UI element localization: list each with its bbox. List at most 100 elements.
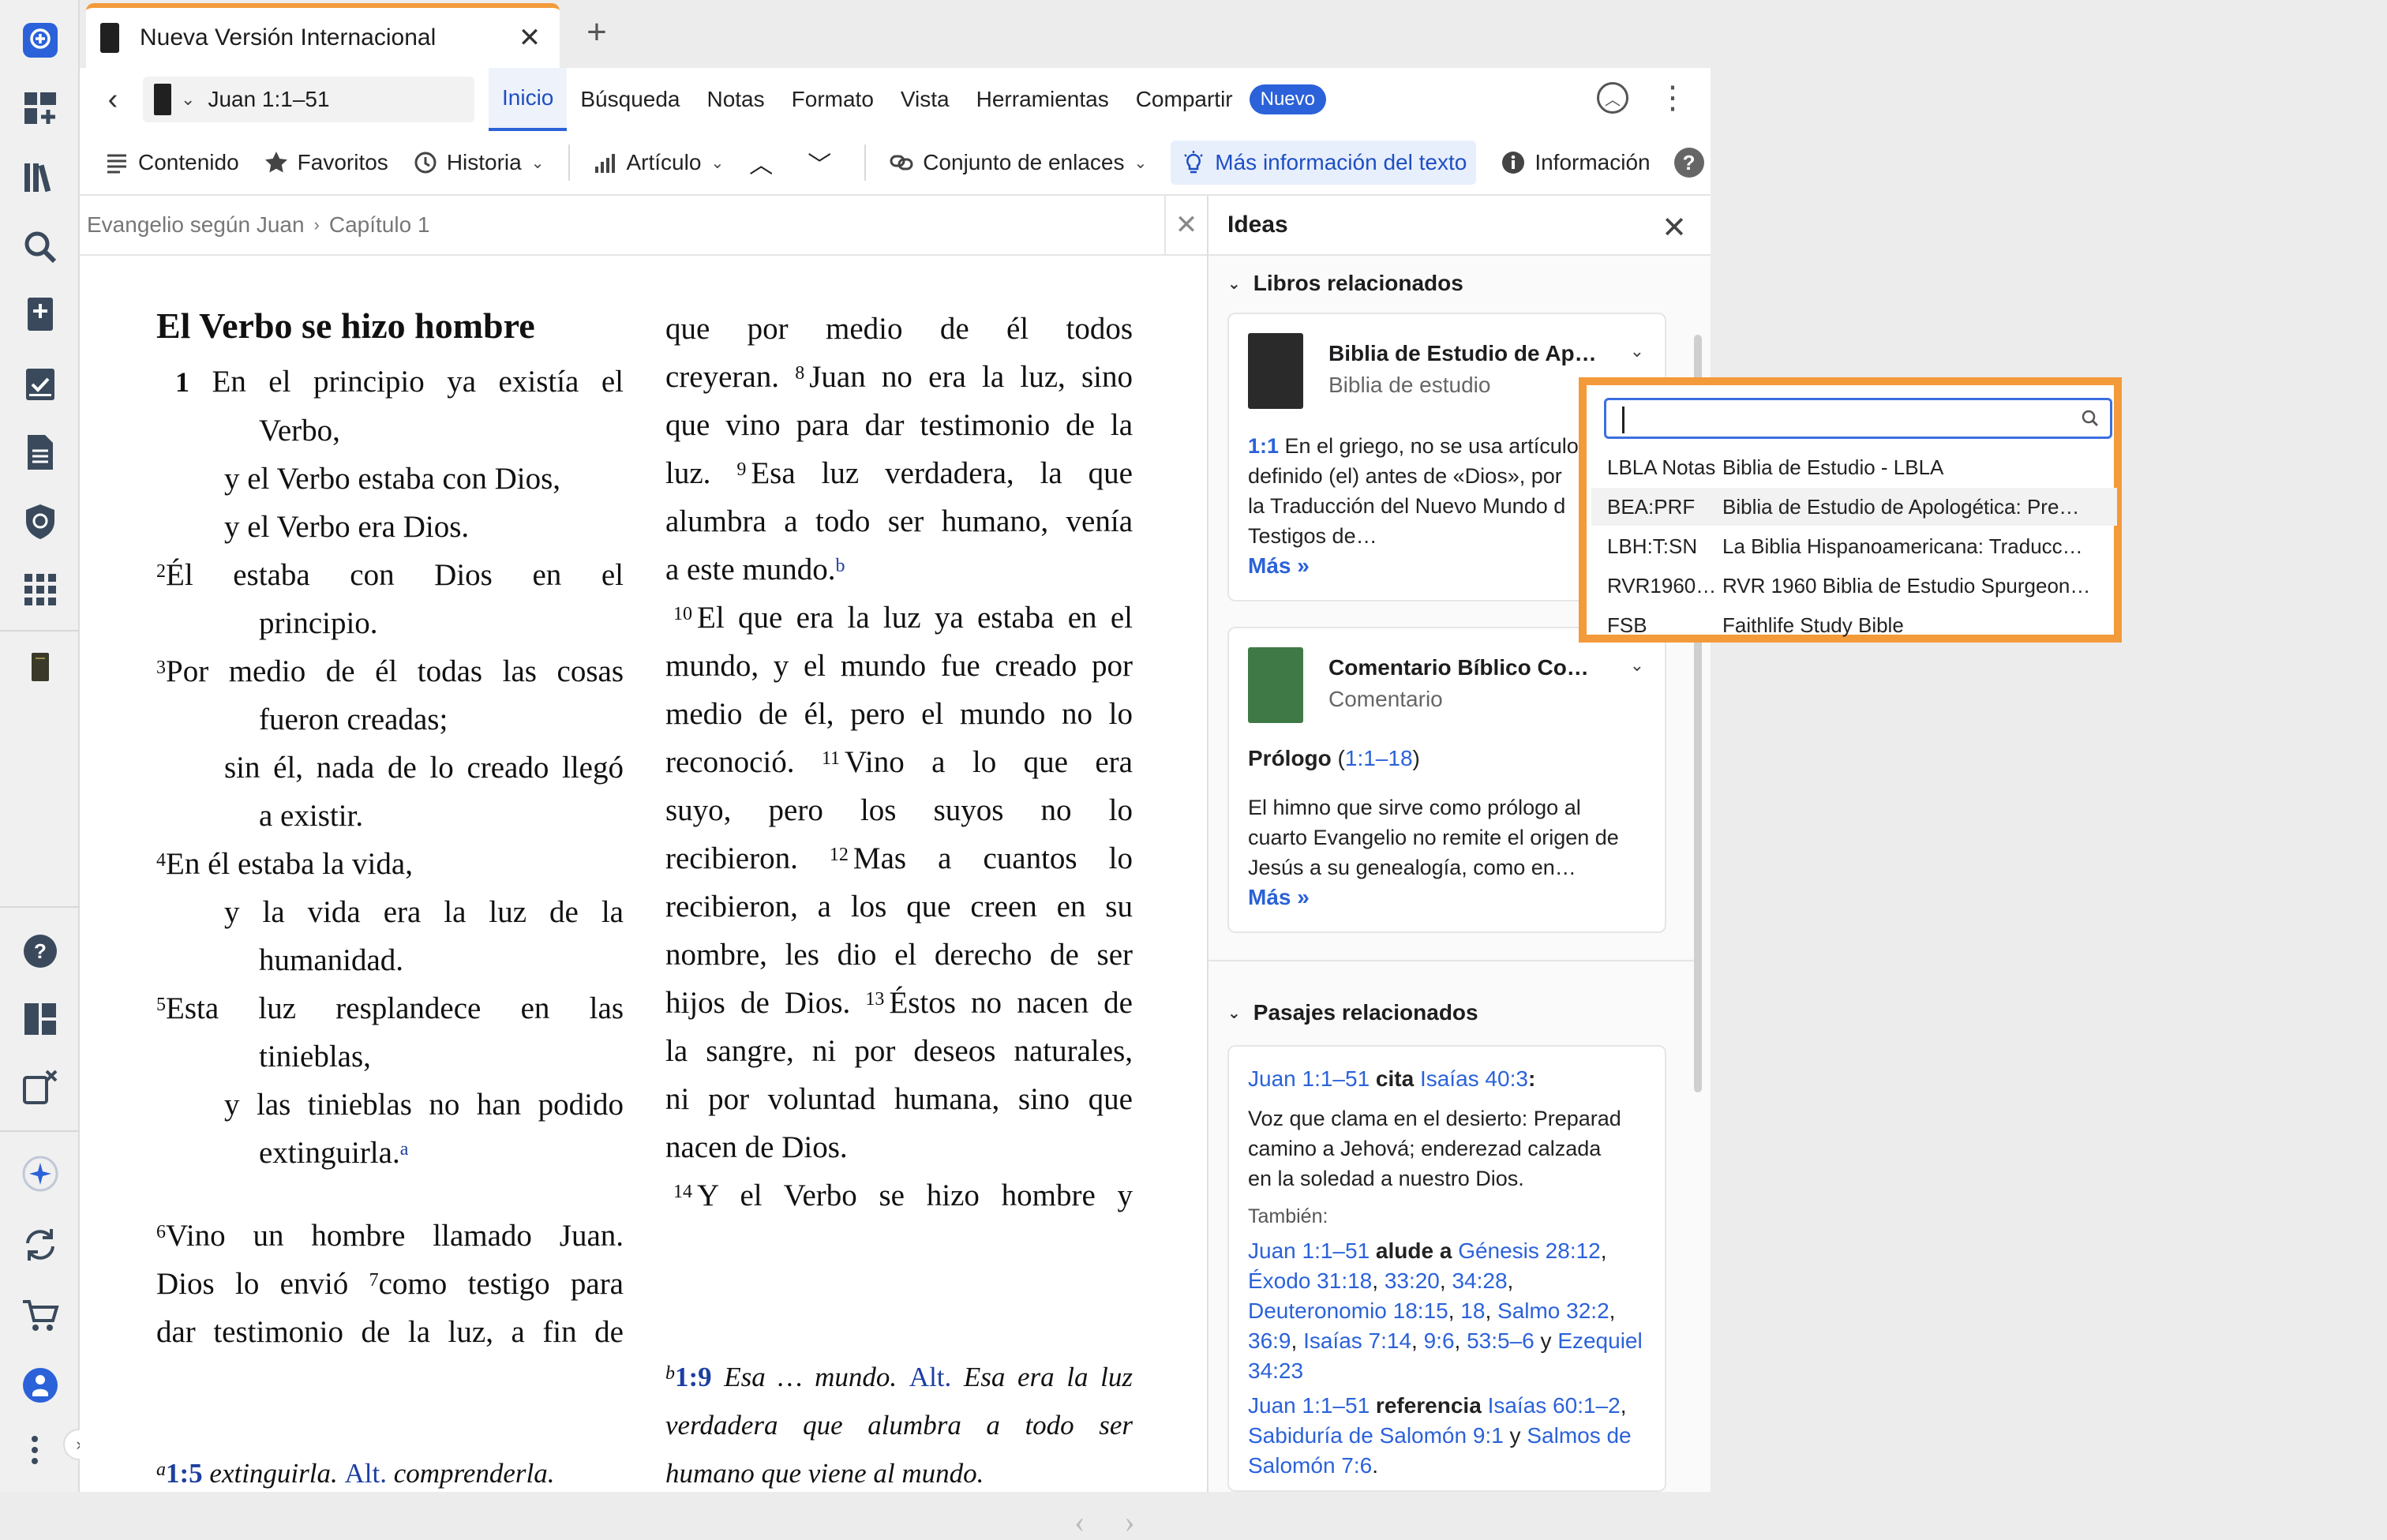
close-ideas-icon[interactable]: ✕: [1662, 210, 1687, 245]
more-link[interactable]: Más »: [1248, 882, 1651, 912]
section-related-books[interactable]: ⌄ Libros relacionados: [1208, 256, 1711, 311]
verse-number[interactable]: 6: [156, 1222, 166, 1242]
more-options-icon[interactable]: ⋮: [1657, 82, 1688, 114]
section-related-passages[interactable]: ⌄ Pasajes relacionados: [1208, 985, 1478, 1040]
next-article-button[interactable]: ﹀: [806, 141, 841, 185]
close-panels-icon[interactable]: [14, 1061, 66, 1113]
bible-add-icon[interactable]: [14, 289, 66, 341]
verse-number[interactable]: 1: [175, 366, 189, 398]
menu-vista[interactable]: Vista: [887, 68, 963, 131]
passage-ref[interactable]: 18: [1460, 1298, 1485, 1323]
verse-number[interactable]: 3: [156, 658, 166, 678]
open-book-icon[interactable]: [14, 641, 66, 693]
article-button[interactable]: Artículo ⌄: [592, 141, 724, 185]
passage-ref[interactable]: Juan 1:1–51: [1248, 1066, 1370, 1091]
related-book-card-2[interactable]: Comentario Bíblico Co… Comentario ⌄ Pról…: [1227, 627, 1666, 933]
document-icon[interactable]: [14, 426, 66, 478]
next-page-icon[interactable]: ›: [1124, 1503, 1134, 1540]
verse-number[interactable]: 11: [822, 748, 840, 769]
favorites-button[interactable]: Favoritos: [263, 141, 388, 185]
passage-ref[interactable]: Isaías 40:3: [1420, 1066, 1528, 1091]
menu-formato[interactable]: Formato: [778, 68, 887, 131]
previous-page-icon[interactable]: ‹: [1074, 1503, 1085, 1540]
menu-notas[interactable]: Notas: [693, 68, 778, 131]
search-icon[interactable]: [2080, 408, 2100, 433]
resource-search-input[interactable]: [1604, 398, 2112, 439]
verse-number[interactable]: 5: [156, 995, 166, 1015]
related-passage-card[interactable]: Juan 1:1–51 cita Isaías 40:3: Voz que cl…: [1227, 1045, 1666, 1492]
verse-number[interactable]: 13: [865, 989, 884, 1010]
footnote-link[interactable]: b: [836, 556, 845, 576]
close-reader-icon[interactable]: ✕: [1164, 196, 1207, 256]
verse-number[interactable]: 2: [156, 561, 166, 582]
back-button[interactable]: ‹: [89, 83, 137, 117]
shield-icon[interactable]: [14, 496, 66, 548]
breadcrumb-chapter[interactable]: Capítulo 1: [329, 212, 430, 238]
verse-number[interactable]: 9: [736, 459, 746, 480]
checklist-icon[interactable]: [14, 358, 66, 410]
passage-ref[interactable]: 33:20: [1385, 1268, 1440, 1293]
verse-number[interactable]: 12: [830, 845, 849, 865]
new-item-icon[interactable]: [14, 14, 66, 66]
cart-icon[interactable]: [14, 1290, 66, 1342]
breadcrumb-book[interactable]: Evangelio según Juan: [87, 212, 305, 238]
verse-number[interactable]: 10: [673, 604, 692, 624]
contents-button[interactable]: Contenido: [103, 141, 239, 185]
sync-icon[interactable]: [14, 1219, 66, 1271]
passage-ref[interactable]: Sabiduría de Salomón 9:1: [1248, 1423, 1504, 1448]
passage-ref[interactable]: Éxodo 31:18: [1248, 1268, 1372, 1293]
search-icon[interactable]: [14, 221, 66, 273]
resource-title[interactable]: Comentario Bíblico Co…: [1328, 655, 1613, 680]
close-tab-icon[interactable]: ✕: [514, 22, 545, 54]
layouts-icon[interactable]: [14, 993, 66, 1045]
chevron-down-icon[interactable]: ⌄: [1630, 655, 1644, 676]
footnote-ref[interactable]: 1:9: [675, 1362, 712, 1392]
passage-ref[interactable]: Salmos de: [1527, 1423, 1631, 1448]
footnote-link[interactable]: a: [400, 1139, 409, 1160]
passage-ref[interactable]: Isaías 60:1–2: [1488, 1393, 1621, 1418]
resource-option[interactable]: RVR1960… RVR 1960 Biblia de Estudio Spurg…: [1591, 567, 2117, 605]
excerpt-ref[interactable]: 1:1–18: [1345, 746, 1413, 770]
passage-ref[interactable]: Ezequiel: [1557, 1328, 1642, 1353]
passage-ref[interactable]: 36:9: [1248, 1328, 1291, 1353]
menu-compartir[interactable]: Compartir: [1122, 68, 1246, 131]
reference-text[interactable]: Juan 1:1–51: [208, 87, 329, 112]
verse-number[interactable]: 7: [369, 1270, 379, 1291]
resource-option[interactable]: FSB Faithlife Study Bible: [1591, 606, 2117, 644]
passage-ref[interactable]: Juan 1:1–51: [1248, 1238, 1370, 1263]
menu-busqueda[interactable]: Búsqueda: [567, 68, 693, 131]
excerpt-ref[interactable]: 1:1: [1248, 434, 1279, 458]
chevron-down-icon[interactable]: ⌄: [1630, 341, 1644, 362]
help-button[interactable]: ?: [1673, 148, 1704, 178]
verse-number[interactable]: 8: [795, 363, 804, 384]
more-text-info-button[interactable]: Más información del texto: [1171, 141, 1477, 185]
passage-ref[interactable]: Génesis 28:12: [1458, 1238, 1601, 1263]
passage-ref[interactable]: Juan 1:1–51: [1248, 1393, 1370, 1418]
dashboard-add-icon[interactable]: [14, 82, 66, 134]
resource-option[interactable]: LBLA Notas Biblia de Estudio - LBLA: [1591, 448, 2117, 486]
passage-ref[interactable]: 53:5–6: [1467, 1328, 1534, 1353]
previous-article-button[interactable]: ︿: [748, 141, 782, 185]
chevron-down-icon[interactable]: ⌄: [181, 89, 195, 110]
resource-option[interactable]: LBH:T:SN La Biblia Hispanoamericana: Trad…: [1591, 527, 2117, 565]
passage-ref[interactable]: Deuteronomio 18:15: [1248, 1298, 1448, 1323]
new-badge[interactable]: Nuevo: [1249, 84, 1326, 114]
verse-number[interactable]: 14: [673, 1182, 692, 1202]
verse-number[interactable]: 4: [156, 850, 166, 871]
information-button[interactable]: Información: [1500, 141, 1651, 185]
history-button[interactable]: Historia ⌄: [412, 141, 545, 185]
resource-title[interactable]: Biblia de Estudio de Ap…: [1328, 341, 1613, 366]
passage-ref[interactable]: Salomón 7:6: [1248, 1453, 1372, 1478]
menu-inicio[interactable]: Inicio: [489, 68, 568, 131]
passage-ref[interactable]: 9:6: [1424, 1328, 1455, 1353]
reference-box[interactable]: ⌄ Juan 1:1–51: [143, 77, 474, 122]
passage-ref[interactable]: Salmo 32:2: [1497, 1298, 1609, 1323]
tab-nvi[interactable]: Nueva Versión Internacional ✕: [86, 3, 560, 68]
resource-option[interactable]: BEA:PRF Biblia de Estudio de Apologética:…: [1591, 488, 2117, 526]
passage-ref[interactable]: Isaías 7:14: [1303, 1328, 1411, 1353]
help-icon[interactable]: ?: [14, 925, 66, 977]
new-tab-button[interactable]: +: [575, 13, 618, 52]
passage-ref[interactable]: 34:23: [1248, 1358, 1303, 1383]
more-vertical-icon[interactable]: [27, 1424, 43, 1476]
footnote-ref[interactable]: 1:5: [166, 1458, 203, 1489]
